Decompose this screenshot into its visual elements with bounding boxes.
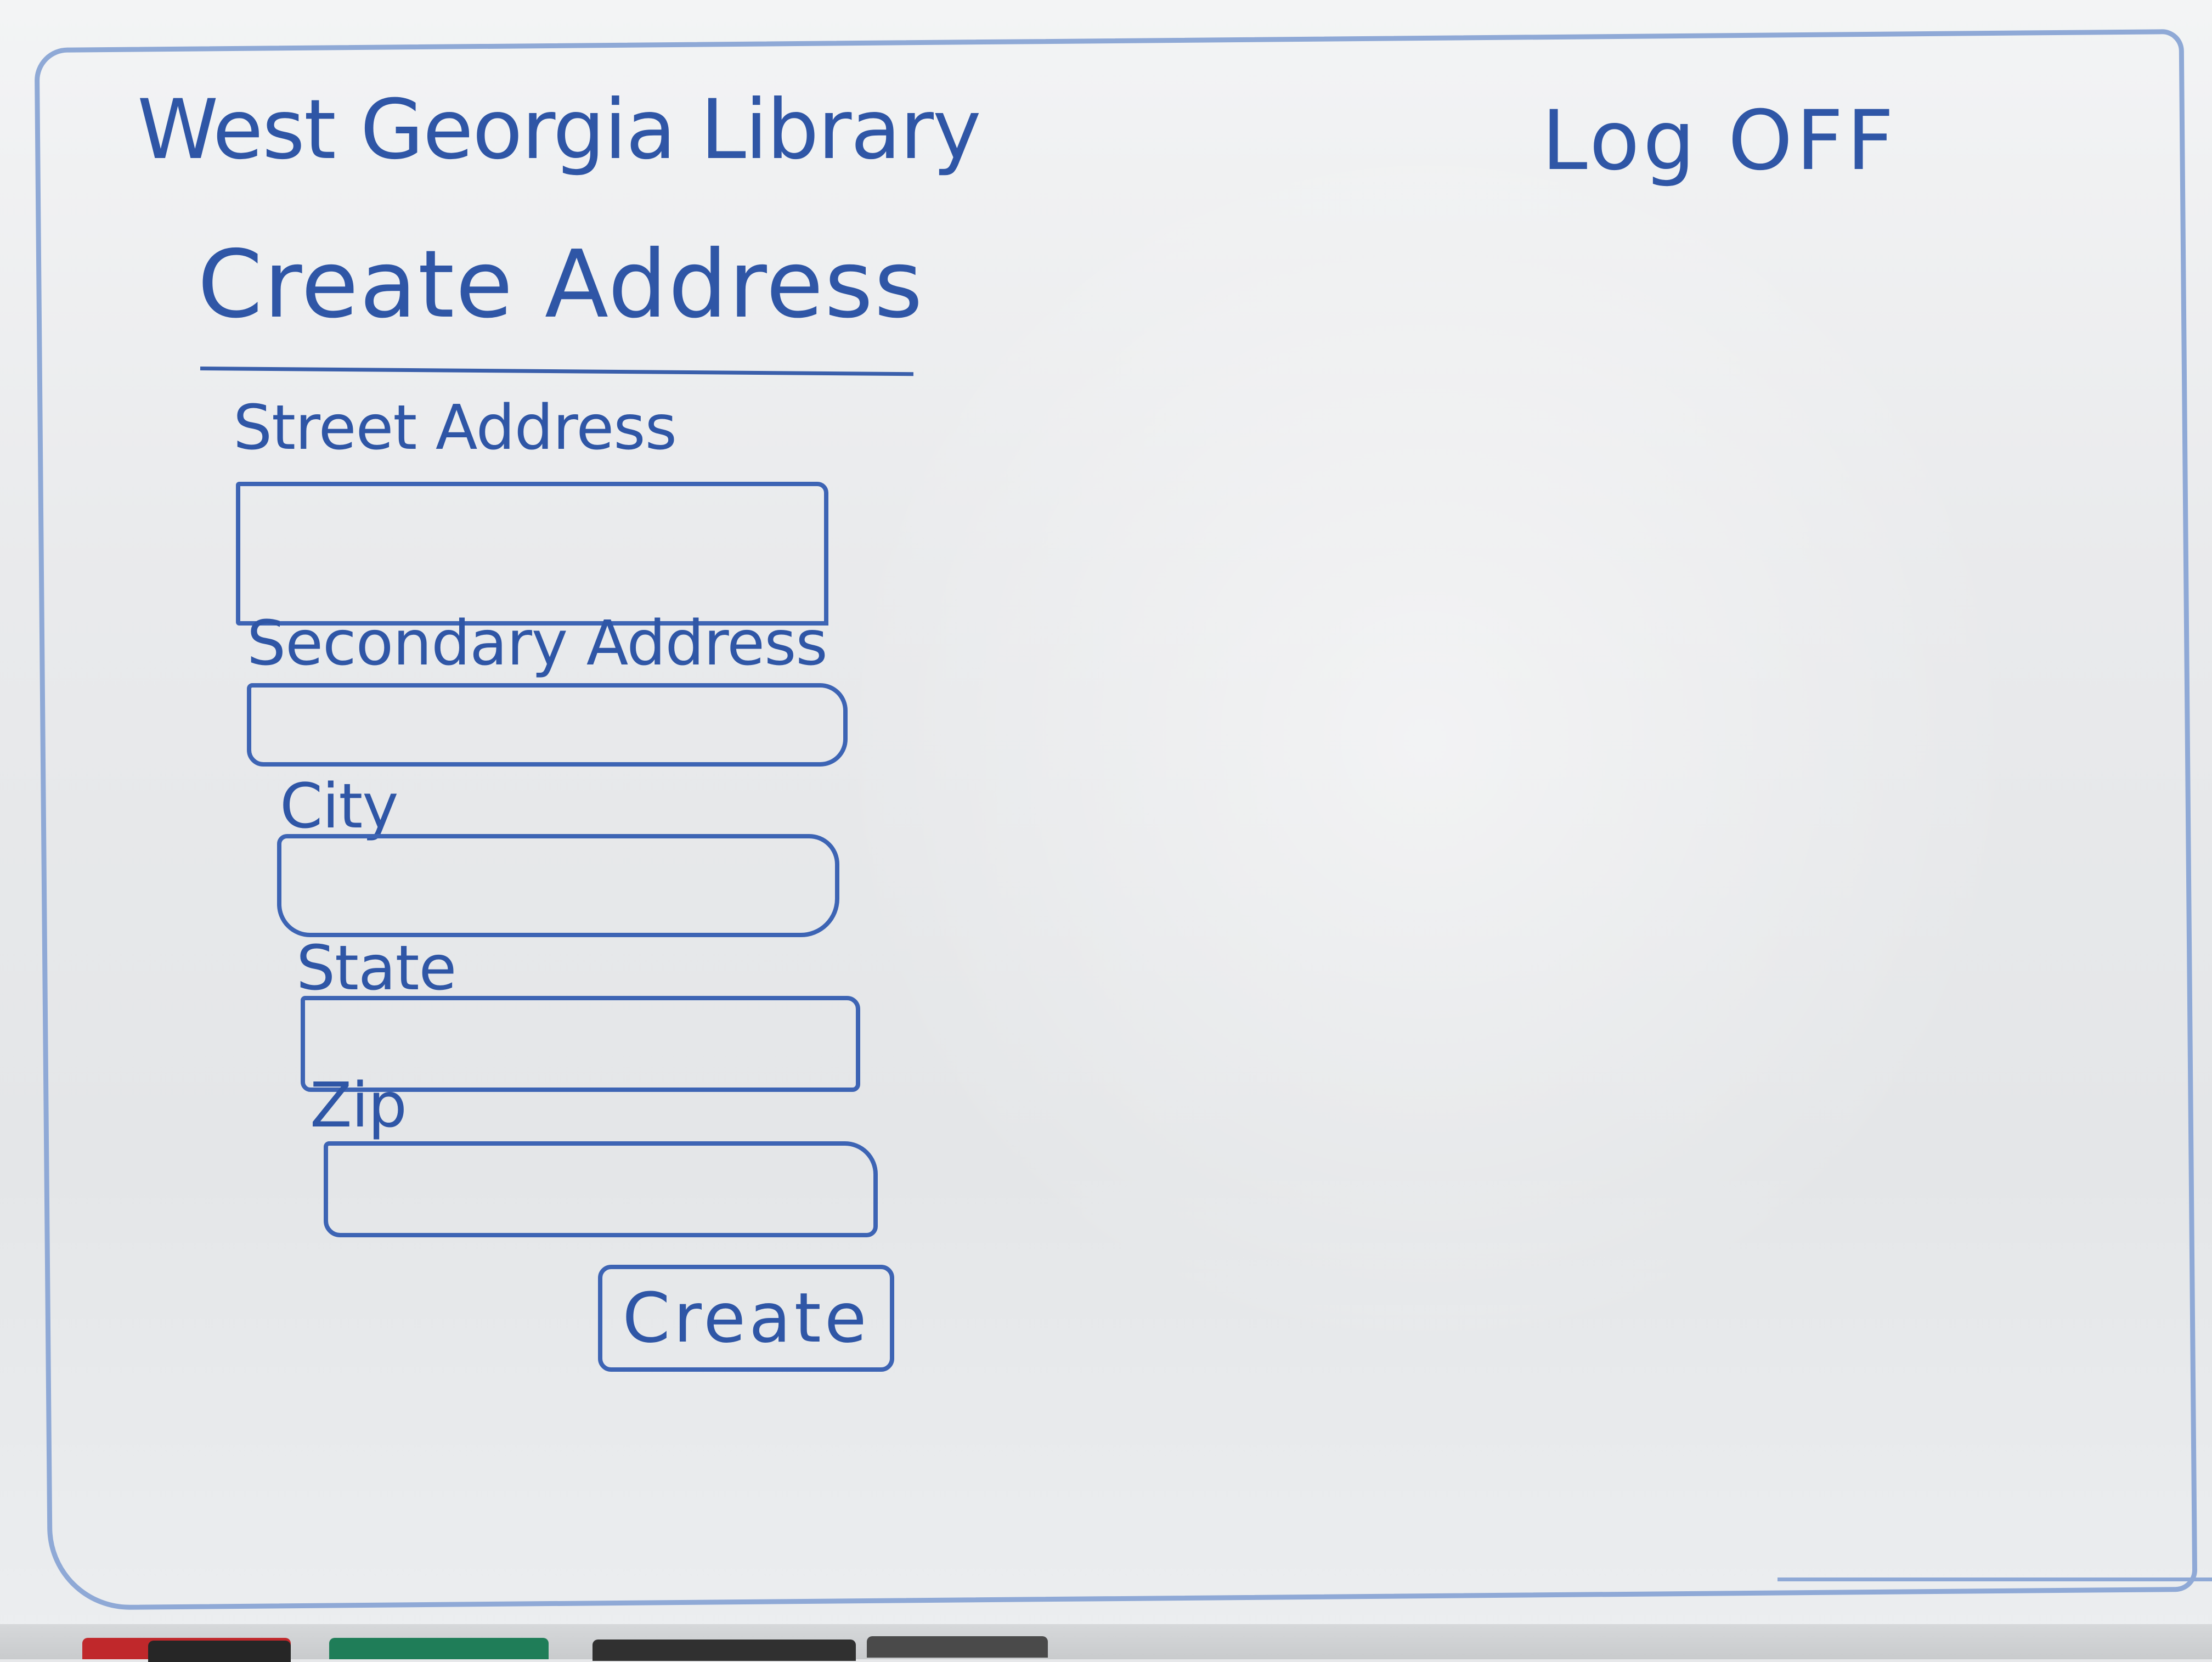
state-label: State <box>296 933 456 1004</box>
black-marker-2 <box>592 1640 856 1661</box>
city-label: City <box>280 771 399 842</box>
secondary-address-label: Secondary Address <box>247 608 828 679</box>
title-divider <box>200 367 913 376</box>
street-address-input[interactable] <box>236 482 828 626</box>
board-glare <box>823 110 2030 1372</box>
eraser <box>867 1636 1048 1658</box>
app-title: West Georgia Library <box>137 82 981 178</box>
zip-label: Zip <box>310 1070 407 1141</box>
board-edge-line <box>1778 1578 2212 1581</box>
marker-tray <box>0 1624 2212 1662</box>
street-address-label: Street Address <box>233 392 677 464</box>
city-input[interactable] <box>277 834 839 937</box>
logoff-button[interactable]: Log OFF <box>1542 93 1897 189</box>
page-title: Create Address <box>198 230 924 339</box>
whiteboard-canvas: West Georgia Library Log OFF Create Addr… <box>0 0 2212 1662</box>
zip-input[interactable] <box>324 1141 878 1237</box>
black-marker <box>148 1641 291 1662</box>
green-marker <box>329 1638 549 1659</box>
create-button[interactable]: Create <box>598 1265 894 1372</box>
secondary-address-input[interactable] <box>247 683 848 767</box>
